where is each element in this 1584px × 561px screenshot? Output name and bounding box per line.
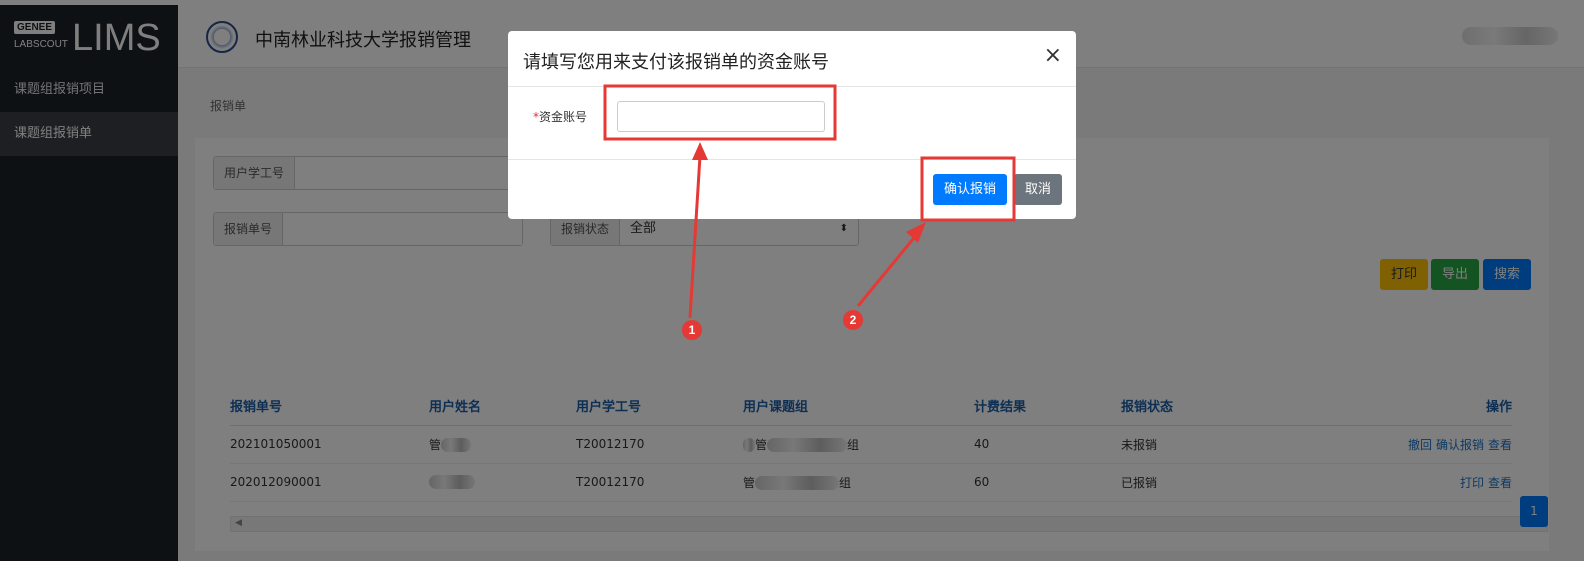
modal-divider	[508, 159, 1076, 160]
close-icon[interactable]: ×	[1044, 45, 1062, 67]
modal-title: 请填写您用来支付该报销单的资金账号	[523, 52, 829, 73]
step-marker-2: 2	[843, 310, 863, 330]
account-field-label-text: 资金账号	[539, 110, 588, 124]
account-field-label: *资金账号	[533, 108, 587, 125]
confirm-reimburse-button[interactable]: 确认报销	[933, 174, 1007, 205]
account-modal: 请填写您用来支付该报销单的资金账号 × *资金账号 确认报销 取消	[508, 31, 1076, 219]
modal-divider	[508, 86, 1076, 87]
cancel-button[interactable]: 取消	[1014, 174, 1062, 205]
account-input[interactable]	[617, 101, 825, 132]
step-marker-1: 1	[682, 320, 702, 340]
